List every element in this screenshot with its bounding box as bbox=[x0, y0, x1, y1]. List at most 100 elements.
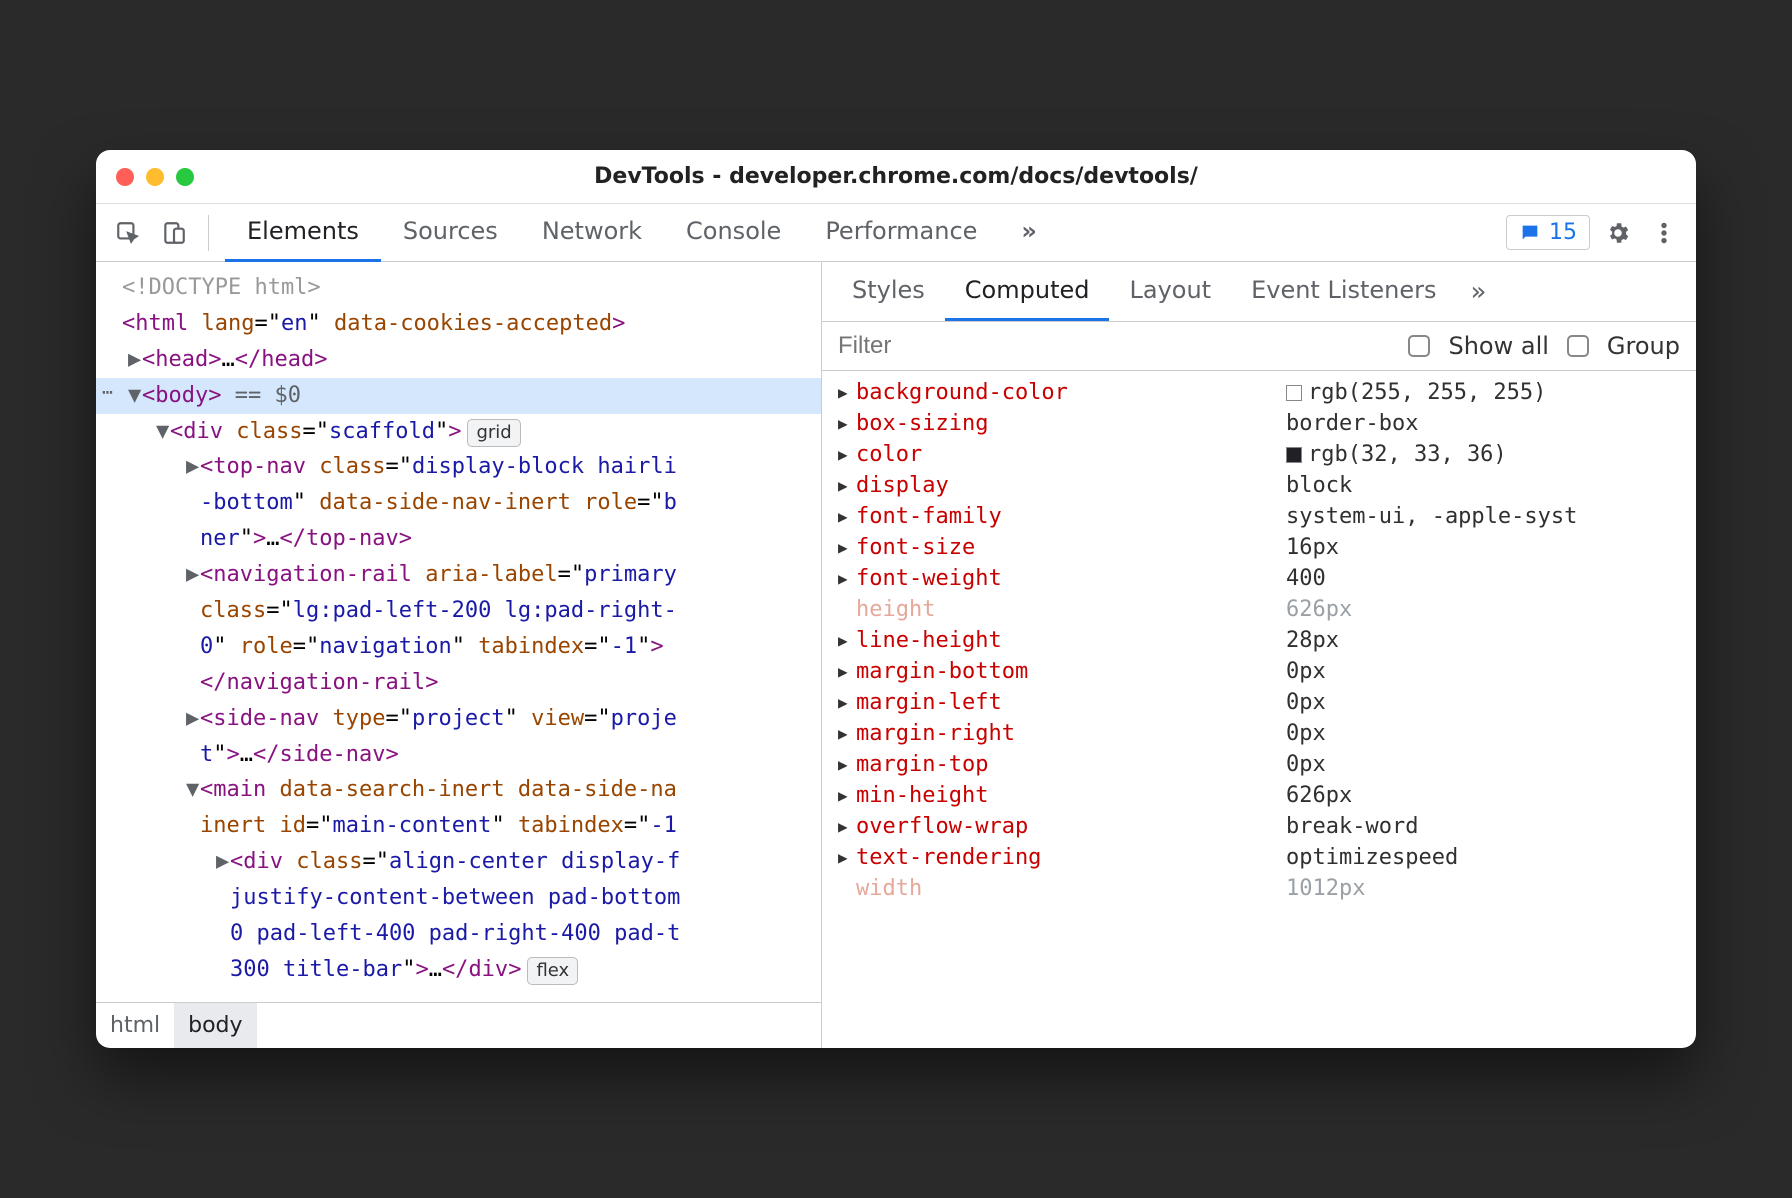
message-icon bbox=[1519, 222, 1541, 244]
tab-console[interactable]: Console bbox=[664, 203, 803, 262]
computed-property[interactable]: ▶margin-right0px bbox=[822, 718, 1696, 749]
dom-node[interactable]: ▼<main data-search-inert data-side-na bbox=[96, 772, 821, 808]
device-toggle-icon[interactable] bbox=[156, 215, 192, 251]
expand-arrow-icon[interactable]: ▶ bbox=[838, 445, 856, 464]
expand-arrow-icon[interactable]: ▶ bbox=[838, 848, 856, 867]
property-name: background-color bbox=[856, 380, 1286, 405]
expand-arrow-icon[interactable]: ▶ bbox=[838, 693, 856, 712]
dom-node[interactable]: ▶<navigation-rail aria-label="primary bbox=[96, 557, 821, 593]
property-name: margin-right bbox=[856, 721, 1286, 746]
expand-arrow-icon[interactable]: ▶ bbox=[838, 507, 856, 526]
inspect-element-icon[interactable] bbox=[110, 215, 146, 251]
dom-node[interactable]: ner">…</top-nav> bbox=[96, 521, 821, 557]
computed-property[interactable]: ▶overflow-wrapbreak-word bbox=[822, 811, 1696, 842]
property-name: width bbox=[856, 876, 1286, 901]
dom-node[interactable]: ▶<head>…</head> bbox=[96, 342, 821, 378]
property-name: margin-bottom bbox=[856, 659, 1286, 684]
property-name: height bbox=[856, 597, 1286, 622]
dom-node[interactable]: <html lang="en" data-cookies-accepted> bbox=[96, 306, 821, 342]
color-swatch-icon[interactable] bbox=[1286, 385, 1302, 401]
expand-arrow-icon[interactable]: ▶ bbox=[838, 414, 856, 433]
computed-property[interactable]: ▶displayblock bbox=[822, 470, 1696, 501]
dom-node[interactable]: class="lg:pad-left-200 lg:pad-right- bbox=[96, 593, 821, 629]
expand-arrow-icon[interactable]: ▶ bbox=[838, 383, 856, 402]
crumb-body[interactable]: body bbox=[174, 1003, 256, 1048]
dom-node[interactable]: </navigation-rail> bbox=[96, 665, 821, 701]
dom-node[interactable]: <!DOCTYPE html> bbox=[96, 270, 821, 306]
tab-performance[interactable]: Performance bbox=[803, 203, 999, 262]
dom-node[interactable]: 0" role="navigation" tabindex="-1"> bbox=[96, 629, 821, 665]
color-swatch-icon[interactable] bbox=[1286, 447, 1302, 463]
computed-property[interactable]: height626px bbox=[822, 594, 1696, 625]
issues-badge[interactable]: 15 bbox=[1506, 215, 1590, 250]
close-icon[interactable] bbox=[116, 168, 134, 186]
dom-node[interactable]: ▶<top-nav class="display-block hairli bbox=[96, 449, 821, 485]
expand-arrow-icon[interactable]: ▶ bbox=[838, 755, 856, 774]
tab-computed[interactable]: Computed bbox=[945, 262, 1110, 321]
group-checkbox[interactable] bbox=[1567, 335, 1589, 357]
dom-node[interactable]: ▶<div class="align-center display-f bbox=[96, 844, 821, 880]
property-name: margin-top bbox=[856, 752, 1286, 777]
sub-tabs-overflow-icon[interactable]: » bbox=[1457, 267, 1501, 317]
expand-arrow-icon[interactable]: ▶ bbox=[838, 538, 856, 557]
expand-arrow-icon[interactable]: ▶ bbox=[838, 662, 856, 681]
computed-property[interactable]: ▶text-renderingoptimizespeed bbox=[822, 842, 1696, 873]
dom-node[interactable]: t">…</side-nav> bbox=[96, 737, 821, 773]
group-label: Group bbox=[1607, 332, 1680, 360]
maximize-icon[interactable] bbox=[176, 168, 194, 186]
expand-arrow-icon[interactable]: ▶ bbox=[838, 569, 856, 588]
dom-node[interactable]: ▼<div class="scaffold">grid bbox=[96, 414, 821, 450]
computed-property[interactable]: ▶background-colorrgb(255, 255, 255) bbox=[822, 377, 1696, 408]
filter-input[interactable] bbox=[838, 332, 1390, 360]
property-value: optimizespeed bbox=[1286, 845, 1458, 870]
tab-network[interactable]: Network bbox=[520, 203, 664, 262]
dom-node[interactable]: inert id="main-content" tabindex="-1 bbox=[96, 808, 821, 844]
dom-tree[interactable]: <!DOCTYPE html><html lang="en" data-cook… bbox=[96, 262, 821, 1002]
computed-property[interactable]: ▶font-weight400 bbox=[822, 563, 1696, 594]
computed-property[interactable]: ▶margin-left0px bbox=[822, 687, 1696, 718]
property-name: min-height bbox=[856, 783, 1286, 808]
dom-node[interactable]: 300 title-bar">…</div>flex bbox=[96, 952, 821, 988]
minimize-icon[interactable] bbox=[146, 168, 164, 186]
computed-property[interactable]: ▶margin-bottom0px bbox=[822, 656, 1696, 687]
dom-node[interactable]: justify-content-between pad-bottom bbox=[96, 880, 821, 916]
computed-property[interactable]: ▶line-height28px bbox=[822, 625, 1696, 656]
styles-sidebar: Styles Computed Layout Event Listeners »… bbox=[822, 262, 1696, 1048]
settings-icon[interactable] bbox=[1600, 215, 1636, 251]
tab-elements[interactable]: Elements bbox=[225, 203, 381, 262]
elements-panel: <!DOCTYPE html><html lang="en" data-cook… bbox=[96, 262, 822, 1048]
dom-node[interactable]: ▼<body> == $0 bbox=[96, 378, 821, 414]
computed-property[interactable]: ▶colorrgb(32, 33, 36) bbox=[822, 439, 1696, 470]
tabs-overflow-icon[interactable]: » bbox=[999, 203, 1059, 262]
tab-layout[interactable]: Layout bbox=[1109, 262, 1231, 321]
dom-node[interactable]: 0 pad-left-400 pad-right-400 pad-t bbox=[96, 916, 821, 952]
dom-node[interactable]: ▶<side-nav type="project" view="proje bbox=[96, 701, 821, 737]
expand-arrow-icon[interactable]: ▶ bbox=[838, 476, 856, 495]
expand-arrow-icon[interactable]: ▶ bbox=[838, 786, 856, 805]
dom-node[interactable]: -bottom" data-side-nav-inert role="b bbox=[96, 485, 821, 521]
expand-arrow-icon[interactable]: ▶ bbox=[838, 724, 856, 743]
property-value: rgb(32, 33, 36) bbox=[1286, 442, 1507, 467]
traffic-lights bbox=[116, 168, 194, 186]
tab-styles[interactable]: Styles bbox=[832, 262, 945, 321]
separator bbox=[208, 215, 209, 251]
show-all-label: Show all bbox=[1448, 332, 1548, 360]
computed-property[interactable]: ▶font-familysystem-ui, -apple-syst bbox=[822, 501, 1696, 532]
crumb-html[interactable]: html bbox=[96, 1003, 174, 1048]
expand-arrow-icon[interactable]: ▶ bbox=[838, 817, 856, 836]
computed-property[interactable]: width1012px bbox=[822, 873, 1696, 904]
computed-property[interactable]: ▶margin-top0px bbox=[822, 749, 1696, 780]
computed-property[interactable]: ▶box-sizingborder-box bbox=[822, 408, 1696, 439]
computed-properties[interactable]: ▶background-colorrgb(255, 255, 255)▶box-… bbox=[822, 371, 1696, 1048]
property-name: line-height bbox=[856, 628, 1286, 653]
titlebar: DevTools - developer.chrome.com/docs/dev… bbox=[96, 150, 1696, 204]
tab-sources[interactable]: Sources bbox=[381, 203, 520, 262]
tab-event-listeners[interactable]: Event Listeners bbox=[1231, 262, 1456, 321]
computed-property[interactable]: ▶min-height626px bbox=[822, 780, 1696, 811]
property-value: 626px bbox=[1286, 597, 1352, 622]
more-icon[interactable] bbox=[1646, 215, 1682, 251]
property-value: 0px bbox=[1286, 752, 1326, 777]
expand-arrow-icon[interactable]: ▶ bbox=[838, 631, 856, 650]
computed-property[interactable]: ▶font-size16px bbox=[822, 532, 1696, 563]
show-all-checkbox[interactable] bbox=[1408, 335, 1430, 357]
